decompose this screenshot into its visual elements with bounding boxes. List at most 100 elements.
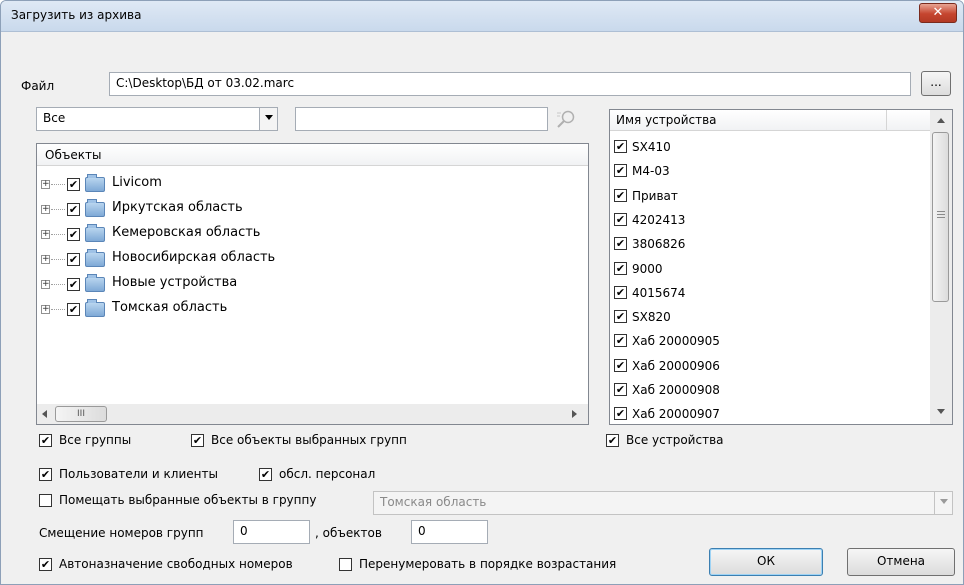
title-bar: Загрузить из архива ✕ bbox=[1, 1, 963, 32]
renumber-label: Перенумеровать в порядке возрастания bbox=[359, 557, 617, 571]
filter-dropdown-value: Все bbox=[43, 111, 66, 125]
device-item-checkbox[interactable]: ✔ bbox=[614, 310, 627, 324]
device-item[interactable]: ✔ SX410 bbox=[614, 137, 924, 161]
device-item-checkbox[interactable]: ✔ bbox=[614, 407, 627, 421]
expand-icon[interactable]: + bbox=[41, 205, 50, 214]
tree-item-checkbox[interactable]: ✔ bbox=[67, 303, 80, 316]
tree-item[interactable]: + ✔ Томская область bbox=[37, 297, 577, 322]
device-item[interactable]: ✔ 4015674 bbox=[614, 283, 924, 307]
objects-horizontal-scrollbar[interactable]: III bbox=[37, 404, 588, 424]
device-item[interactable]: ✔ 3806826 bbox=[614, 234, 924, 258]
device-item[interactable]: ✔ Хаб 20000908 bbox=[614, 380, 924, 404]
auto-assign-check-icon: ✔ bbox=[39, 558, 52, 571]
tree-item[interactable]: + ✔ Иркутская область bbox=[37, 197, 577, 222]
devices-vscroll-thumb[interactable] bbox=[932, 132, 949, 302]
device-item-checkbox[interactable]: ✔ bbox=[614, 164, 627, 178]
tree-item[interactable]: + ✔ Новосибирская область bbox=[37, 247, 577, 272]
tree-connector bbox=[51, 284, 65, 285]
cancel-button[interactable]: Отмена bbox=[847, 548, 955, 576]
objects-header-label: Объекты bbox=[45, 148, 102, 162]
device-item-label: 3806826 bbox=[632, 237, 686, 252]
device-item-checkbox[interactable]: ✔ bbox=[614, 334, 627, 348]
device-item-checkbox[interactable]: ✔ bbox=[614, 383, 627, 396]
tree-item-label: Кемеровская область bbox=[112, 225, 261, 240]
objects-hscroll-thumb[interactable]: III bbox=[55, 406, 107, 422]
devices-list: Имя устройства ✔ SX410 ✔ M4-03 ✔ Приват ✔ 42024… bbox=[609, 109, 953, 425]
expand-icon[interactable]: + bbox=[41, 255, 50, 264]
ok-button[interactable]: ОК bbox=[709, 548, 823, 576]
scroll-down-icon[interactable] bbox=[936, 408, 946, 416]
tree-item[interactable]: + ✔ Новые устройства bbox=[37, 272, 577, 297]
search-icon[interactable] bbox=[555, 109, 577, 129]
filter-dropdown[interactable]: Все bbox=[36, 107, 278, 131]
device-item-label: 9000 bbox=[632, 261, 663, 276]
folder-icon bbox=[85, 249, 105, 267]
tree-item[interactable]: + ✔ Livicom bbox=[37, 172, 577, 197]
folder-icon bbox=[85, 199, 105, 217]
devices-vertical-scrollbar[interactable] bbox=[930, 110, 952, 424]
expand-icon[interactable]: + bbox=[41, 280, 50, 289]
chevron-down-icon[interactable] bbox=[259, 108, 277, 130]
close-button[interactable]: ✕ bbox=[919, 3, 957, 23]
device-item[interactable]: ✔ 4202413 bbox=[614, 210, 924, 234]
tree-item-checkbox[interactable]: ✔ bbox=[67, 178, 80, 191]
search-input[interactable] bbox=[295, 107, 548, 131]
tree-item-checkbox[interactable]: ✔ bbox=[67, 203, 80, 216]
device-item-checkbox[interactable]: ✔ bbox=[614, 358, 627, 372]
browse-button[interactable]: ... bbox=[921, 71, 951, 96]
device-item-label: Приват bbox=[632, 188, 678, 203]
device-item-checkbox[interactable]: ✔ bbox=[614, 212, 627, 226]
service-staff-check-icon: ✔ bbox=[259, 468, 272, 481]
tree-item-label: Livicom bbox=[112, 175, 162, 190]
device-item-checkbox[interactable]: ✔ bbox=[614, 237, 627, 251]
offset-groups-label: Смещение номеров групп bbox=[39, 526, 204, 540]
offset-objects-input[interactable]: 0 bbox=[411, 520, 488, 544]
offset-groups-input[interactable]: 0 bbox=[233, 520, 310, 544]
scroll-up-icon[interactable] bbox=[936, 116, 946, 124]
tree-connector bbox=[51, 234, 65, 235]
objects-tree: Объекты + ✔ Livicom + ✔ Иркутская область + ✔ Ке… bbox=[36, 143, 589, 425]
users-clients-label: Пользователи и клиенты bbox=[59, 467, 218, 481]
device-item-checkbox[interactable]: ✔ bbox=[614, 285, 627, 299]
target-group-dropdown: Томская область bbox=[373, 491, 953, 515]
place-in-group-label: Помещать выбранные объекты в группу bbox=[59, 493, 317, 507]
device-item-label: M4-03 bbox=[632, 164, 670, 179]
tree-item-label: Новые устройства bbox=[112, 275, 238, 290]
device-item[interactable]: ✔ Хаб 20000905 bbox=[614, 331, 924, 355]
auto-assign-label: Автоназначение свободных номеров bbox=[59, 557, 293, 571]
device-item[interactable]: ✔ Хаб 20000907 bbox=[614, 404, 924, 424]
users-clients-check-icon: ✔ bbox=[39, 468, 52, 481]
place-in-group-check-box bbox=[39, 494, 52, 507]
folder-icon bbox=[85, 274, 105, 292]
expand-icon[interactable]: + bbox=[41, 305, 50, 314]
dialog-title: Загрузить из архива bbox=[11, 8, 142, 22]
all-devices-label: Все устройства bbox=[626, 433, 724, 447]
tree-item-checkbox[interactable]: ✔ bbox=[67, 253, 80, 266]
device-item[interactable]: ✔ SX820 bbox=[614, 307, 924, 331]
devices-header: Имя устройства bbox=[610, 110, 952, 131]
device-item-checkbox[interactable]: ✔ bbox=[614, 140, 627, 153]
all-objects-selected-groups-label: Все объекты выбранных групп bbox=[211, 433, 407, 447]
tree-connector bbox=[51, 184, 65, 185]
device-item-checkbox[interactable]: ✔ bbox=[614, 261, 627, 275]
scroll-right-icon[interactable] bbox=[570, 409, 578, 419]
device-item-label: Хаб 20000907 bbox=[632, 407, 720, 422]
device-item[interactable]: ✔ M4-03 bbox=[614, 161, 924, 185]
scroll-left-icon[interactable] bbox=[41, 409, 49, 419]
device-item[interactable]: ✔ Приват bbox=[614, 186, 924, 210]
device-item-label: Хаб 20000906 bbox=[632, 358, 720, 373]
devices-header-label: Имя устройства bbox=[616, 113, 717, 127]
tree-item[interactable]: + ✔ Кемеровская область bbox=[37, 222, 577, 247]
device-item-checkbox[interactable]: ✔ bbox=[614, 188, 627, 202]
file-path-input[interactable]: C:\Desktop\БД от 03.02.marc bbox=[109, 72, 911, 96]
grip-icon bbox=[937, 211, 945, 212]
device-item[interactable]: ✔ Хаб 20000906 bbox=[614, 356, 924, 380]
expand-icon[interactable]: + bbox=[41, 230, 50, 239]
device-item-label: Хаб 20000908 bbox=[632, 383, 720, 397]
device-item[interactable]: ✔ 9000 bbox=[614, 259, 924, 283]
import-archive-dialog: Загрузить из архива ✕ Файл C:\Desktop\БД… bbox=[0, 0, 964, 585]
tree-item-checkbox[interactable]: ✔ bbox=[67, 278, 80, 291]
expand-icon[interactable]: + bbox=[41, 180, 50, 189]
tree-item-checkbox[interactable]: ✔ bbox=[67, 228, 80, 241]
close-icon: ✕ bbox=[932, 5, 944, 20]
